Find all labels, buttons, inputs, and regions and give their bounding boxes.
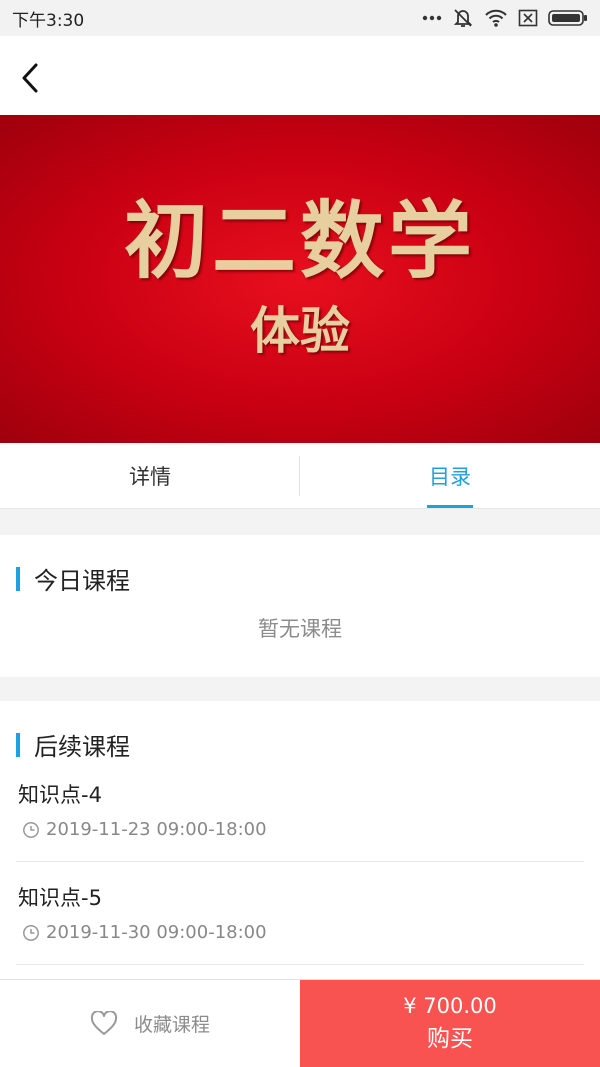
section-gap: [0, 509, 600, 535]
today-heading: 今日课程: [16, 561, 130, 596]
course-list-item[interactable]: 知识点-5 2019-11-30 09:00-18:00: [16, 862, 584, 965]
nav-bar: [0, 36, 600, 116]
course-banner: 初二数学 体验: [0, 115, 600, 443]
today-section: 今日课程 暂无课程: [0, 535, 600, 677]
upcoming-title: 后续课程: [34, 733, 130, 761]
clock-icon: [23, 821, 39, 838]
upcoming-section: 后续课程 知识点-4 2019-11-23 09:00-18:00 知识点-5 …: [0, 701, 600, 979]
status-icons: [422, 7, 588, 29]
heart-icon: [90, 1010, 118, 1035]
mute-icon: [453, 9, 473, 27]
today-empty-text: 暂无课程: [258, 617, 342, 641]
course-time-text: 2019-11-23 09:00-18:00: [46, 819, 267, 840]
favorite-course-button[interactable]: 收藏课程: [0, 980, 300, 1067]
today-title: 今日课程: [34, 567, 130, 595]
course-time: 2019-11-30 09:00-18:00: [22, 922, 267, 943]
course-list-item[interactable]: 知识点-4 2019-11-23 09:00-18:00: [16, 773, 584, 862]
tab-details[interactable]: 详情: [0, 443, 300, 508]
sim-card-icon: [518, 9, 538, 27]
section-accent-bar: [16, 732, 20, 757]
favorite-label: 收藏课程: [133, 1014, 210, 1036]
chevron-left-icon: [22, 63, 38, 93]
course-time-text: 2019-11-30 09:00-18:00: [46, 922, 267, 943]
course-time: 2019-11-23 09:00-18:00: [22, 819, 267, 840]
buy-label: 购买: [427, 1025, 473, 1052]
banner-title: 初二数学: [123, 191, 476, 290]
clock-icon: [23, 924, 39, 941]
section-accent-bar: [16, 566, 20, 591]
tab-bar: 详情 目录: [0, 443, 600, 509]
wifi-icon: [485, 9, 507, 27]
status-time: 下午3:30: [12, 10, 85, 31]
battery-icon: [548, 10, 587, 26]
back-button[interactable]: [10, 56, 50, 100]
upcoming-heading: 后续课程: [16, 727, 130, 762]
status-bar: 下午3:30: [0, 0, 600, 36]
tab-catalog[interactable]: 目录: [300, 443, 600, 508]
buy-button[interactable]: ¥ 700.00 购买: [300, 980, 600, 1067]
section-gap: [0, 677, 600, 701]
bottom-action-bar: 收藏课程 ¥ 700.00 购买: [0, 979, 600, 1067]
price-text: ¥ 700.00: [403, 993, 497, 1018]
more-dots-icon: [422, 15, 442, 21]
course-name: 知识点-4: [18, 783, 102, 807]
banner-subtitle: 体验: [250, 302, 350, 361]
course-name: 知识点-5: [18, 886, 102, 910]
